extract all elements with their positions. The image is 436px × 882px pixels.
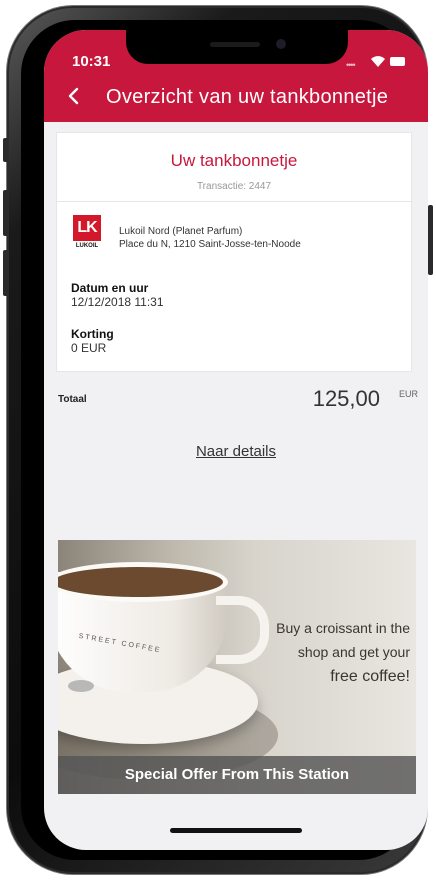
status-time: 10:31 bbox=[72, 53, 111, 70]
details-link[interactable]: Naar details bbox=[44, 443, 428, 460]
total-currency: EUR bbox=[398, 389, 418, 399]
transaction-number: Transactie: 2447 bbox=[196, 181, 272, 192]
date-value: 12/12/2018 11:31 bbox=[71, 295, 164, 309]
front-camera bbox=[276, 39, 286, 49]
total-label: Totaal bbox=[58, 394, 87, 405]
volume-down-button bbox=[3, 250, 8, 296]
discount-label: Korting bbox=[71, 327, 114, 341]
speaker-grille bbox=[210, 42, 260, 47]
power-button bbox=[428, 205, 433, 275]
back-arrow-icon[interactable] bbox=[66, 87, 80, 105]
total-amount: 125,00 bbox=[312, 386, 380, 411]
receipt-card: Uw tankbonnetje Transactie: 2447 LK LUKO… bbox=[56, 132, 412, 372]
notch bbox=[126, 30, 348, 64]
promo-footer: Special Offer From This Station bbox=[58, 756, 416, 794]
date-label: Datum en uur bbox=[71, 281, 149, 295]
app-screen: 10:31 •••• Overzicht van uw tankbonnetje… bbox=[44, 30, 428, 850]
station-address: Place du N, 1210 Saint-Josse-ten-Noode bbox=[119, 239, 301, 250]
receipt-title: Uw tankbonnetje bbox=[170, 151, 298, 170]
volume-up-button bbox=[3, 190, 8, 236]
lukoil-logo-text: LUKOIL bbox=[75, 243, 99, 249]
promo-line-3: free coffee! bbox=[330, 668, 410, 685]
spoon-image bbox=[68, 680, 94, 692]
app-header: 10:31 •••• Overzicht van uw tankbonnetje bbox=[44, 30, 428, 122]
lukoil-logo: LK LUKOIL bbox=[71, 215, 103, 255]
cup-handle bbox=[216, 596, 269, 664]
page-title: Overzicht van uw tankbonnetje bbox=[106, 86, 389, 108]
station-name: Lukoil Nord (Planet Parfum) bbox=[119, 226, 243, 237]
home-indicator[interactable] bbox=[170, 828, 302, 833]
discount-value: 0 EUR bbox=[71, 341, 107, 355]
status-indicators: •••• bbox=[346, 54, 406, 70]
promo-line-2: shop and get your bbox=[297, 644, 410, 660]
signal-icon: •••• bbox=[346, 60, 356, 70]
lukoil-logo-mark: LK bbox=[73, 215, 101, 241]
wifi-icon bbox=[371, 56, 385, 67]
silent-switch bbox=[3, 138, 8, 162]
card-divider bbox=[57, 201, 411, 202]
promo-banner[interactable]: STREET COFFEE Buy a croissant in the sho… bbox=[58, 540, 416, 794]
promo-line-1: Buy a croissant in the bbox=[276, 620, 410, 636]
battery-icon bbox=[390, 57, 405, 66]
